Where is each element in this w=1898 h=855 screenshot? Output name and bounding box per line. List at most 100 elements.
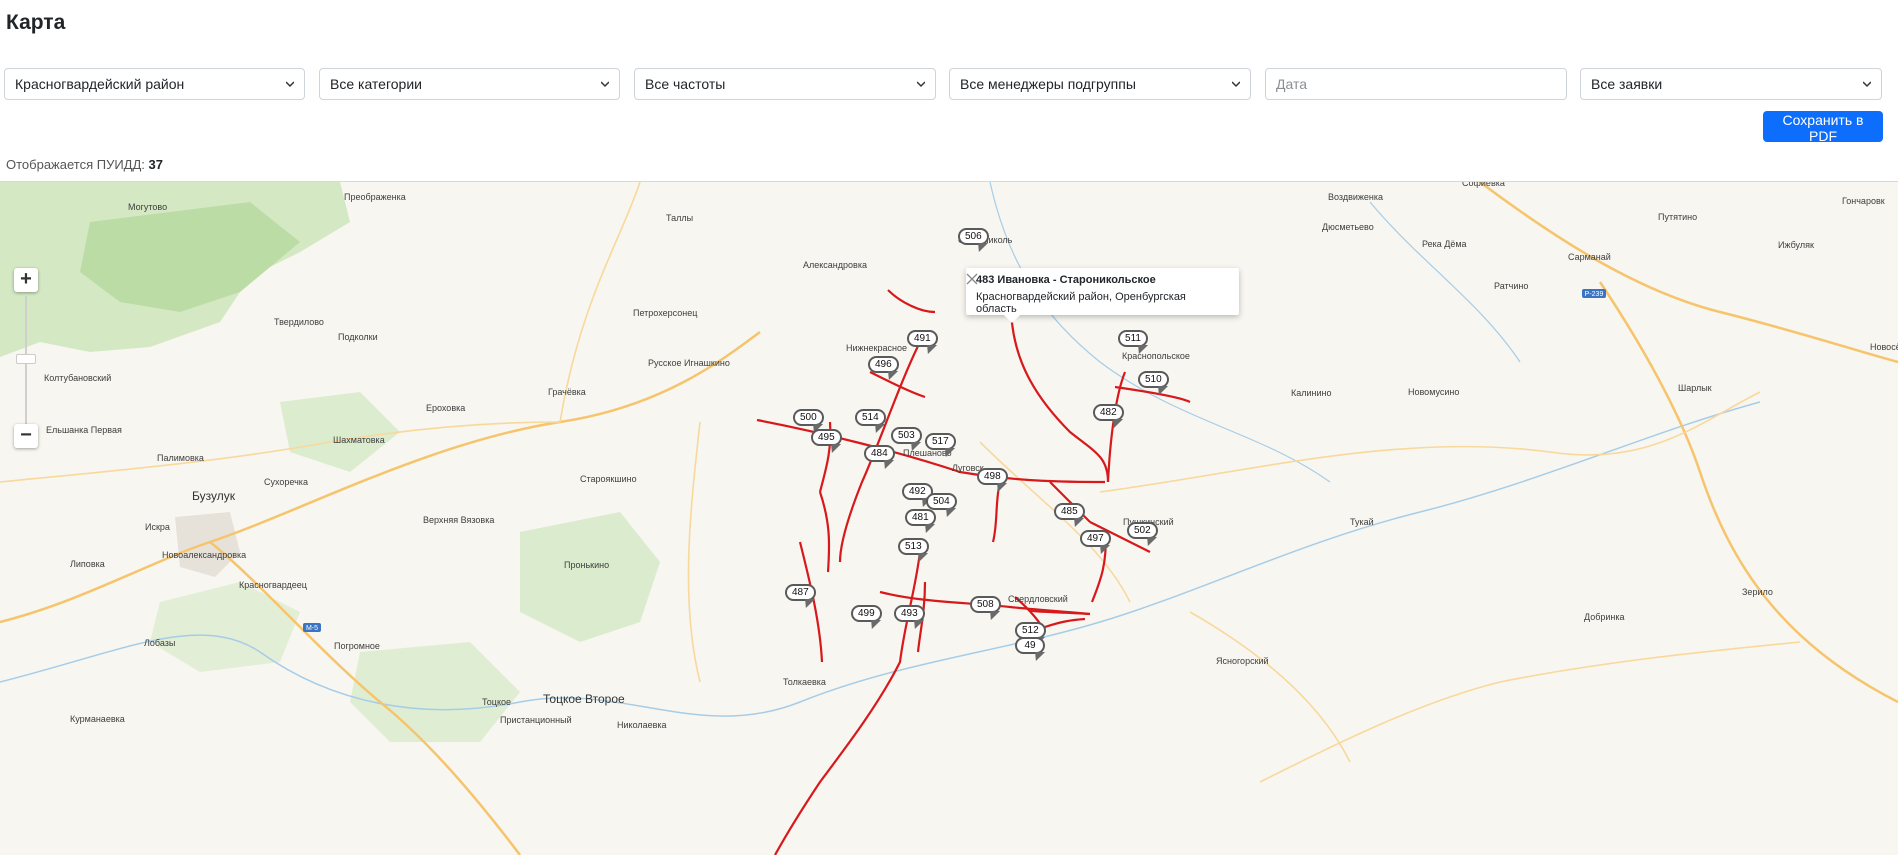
- road-shield-label: М-5: [306, 625, 318, 632]
- district-select-value: Красногвардейский район: [15, 76, 185, 92]
- save-pdf-button[interactable]: Сохранить в PDF: [1763, 111, 1883, 144]
- place-label: Преображенка: [344, 192, 406, 202]
- place-label: Александровка: [803, 260, 867, 270]
- place-label: Новомусино: [1408, 387, 1459, 397]
- road-minor: [1099, 391, 1761, 493]
- map-canvas[interactable]: М-5 Р-239 Преображенка Могутово Таллы Воздв…: [0, 182, 1898, 855]
- zoom-in-button[interactable]: +: [14, 268, 38, 292]
- route-marker[interactable]: 500: [793, 409, 824, 426]
- road-minor: [1259, 641, 1801, 783]
- route-line: [887, 289, 936, 314]
- place-label: Таллы: [666, 213, 693, 223]
- place-label: Курманаевка: [70, 714, 125, 724]
- route-marker[interactable]: 487: [785, 584, 816, 601]
- zoom-out-button[interactable]: −: [14, 424, 38, 448]
- place-label: Софиевка: [1462, 182, 1505, 188]
- road-major: [1479, 182, 1898, 364]
- route-marker[interactable]: 502: [1127, 522, 1158, 539]
- place-label: Ясногорский: [1216, 656, 1269, 666]
- route-marker[interactable]: 514: [855, 409, 886, 426]
- route-marker[interactable]: 496: [868, 356, 899, 373]
- place-label: Лобазы: [144, 638, 175, 648]
- route-line: [1044, 617, 1086, 629]
- city-area: [175, 512, 240, 577]
- forest-area: [150, 582, 300, 672]
- place-label: Грачёвка: [548, 387, 586, 397]
- place-label: Подколки: [338, 332, 378, 342]
- route-marker[interactable]: 508: [970, 596, 1001, 613]
- place-label: Тукай: [1350, 517, 1374, 527]
- forest-area: [350, 642, 520, 742]
- route-marker[interactable]: 481: [905, 509, 936, 526]
- route-line: [1009, 299, 1110, 483]
- place-label: Русское Игнашкино: [648, 358, 730, 368]
- place-label: Пронькино: [564, 560, 609, 570]
- place-label: Искра: [145, 522, 170, 532]
- manager-select[interactable]: Все менеджеры подгруппы: [949, 68, 1251, 100]
- route-marker[interactable]: 510: [1138, 371, 1169, 388]
- place-label: Калинино: [1291, 388, 1332, 398]
- place-label: Сарманай: [1568, 252, 1611, 262]
- map-popup: 483 Ивановка - Староникольское Красногва…: [966, 268, 1239, 323]
- place-label: Шарлык: [1678, 383, 1712, 393]
- place-label: Колтубановский: [44, 373, 111, 383]
- place-label: Тоцкое: [482, 697, 511, 707]
- place-label: Палимовка: [157, 453, 204, 463]
- map[interactable]: М-5 Р-239 Преображенка Могутово Таллы Воздв…: [0, 181, 1898, 855]
- place-label: Ратчино: [1494, 281, 1528, 291]
- chevron-down-icon: [286, 81, 294, 88]
- river: [989, 182, 1331, 483]
- place-label: Новосёлк: [1870, 342, 1898, 352]
- route-marker[interactable]: 506: [958, 228, 989, 245]
- route-marker[interactable]: 517: [925, 433, 956, 450]
- place-label: Твердилово: [274, 317, 324, 327]
- category-select-value: Все категории: [330, 76, 422, 92]
- puidd-count-label: Отображается ПУИДД:: [6, 157, 145, 172]
- requests-select[interactable]: Все заявки: [1580, 68, 1882, 100]
- route-marker[interactable]: 499: [851, 605, 882, 622]
- place-label: Толкаевка: [783, 677, 826, 687]
- route-marker[interactable]: 491: [907, 330, 938, 347]
- zoom-slider-handle[interactable]: [16, 354, 36, 364]
- close-icon[interactable]: [966, 273, 978, 285]
- route-marker[interactable]: 504: [926, 493, 957, 510]
- place-label: Староякшино: [580, 474, 637, 484]
- place-label: Могутово: [128, 202, 167, 212]
- place-label: Петрохерсонец: [633, 308, 697, 318]
- route-marker[interactable]: 485: [1054, 503, 1085, 520]
- place-label: Ижбуляк: [1778, 240, 1814, 250]
- popup-title: 483 Ивановка - Староникольское: [976, 274, 1156, 286]
- place-label: Липовка: [70, 559, 105, 569]
- route-marker[interactable]: 49: [1015, 637, 1045, 654]
- route-marker[interactable]: 482: [1093, 404, 1124, 421]
- frequency-select[interactable]: Все частоты: [634, 68, 936, 100]
- route-marker[interactable]: 495: [811, 429, 842, 446]
- place-label: Краснопольское: [1122, 351, 1190, 361]
- place-label: Ероховка: [426, 403, 465, 413]
- road-minor: [979, 441, 1131, 603]
- place-label: Гончаровк: [1842, 196, 1885, 206]
- chevron-down-icon: [917, 81, 925, 88]
- place-label: Шахматовка: [333, 435, 385, 445]
- place-label: Верхняя Вязовка: [423, 515, 494, 525]
- place-label: Пристанционный: [500, 715, 572, 725]
- route-marker[interactable]: 484: [864, 445, 895, 462]
- road-shield-label: Р-239: [1585, 291, 1604, 298]
- route-marker[interactable]: 511: [1118, 330, 1148, 347]
- route-marker[interactable]: 498: [977, 468, 1008, 485]
- district-select[interactable]: Красногвардейский район: [4, 68, 305, 100]
- route-marker[interactable]: 503: [891, 427, 922, 444]
- place-label: Зерило: [1742, 587, 1773, 597]
- puidd-count-value: 37: [148, 157, 163, 172]
- manager-select-value: Все менеджеры подгруппы: [960, 76, 1136, 92]
- place-label: Нижнекрасное: [846, 343, 907, 353]
- place-label: Тоцкое Второе: [543, 692, 625, 706]
- place-label: Красногвардеец: [239, 580, 307, 590]
- date-input[interactable]: [1265, 68, 1567, 100]
- route-marker[interactable]: 497: [1080, 530, 1111, 547]
- road-major: [1598, 281, 1898, 704]
- category-select[interactable]: Все категории: [319, 68, 620, 100]
- place-label: Ельшанка Первая: [46, 425, 122, 435]
- route-marker[interactable]: 493: [894, 605, 925, 622]
- route-marker[interactable]: 513: [898, 538, 929, 555]
